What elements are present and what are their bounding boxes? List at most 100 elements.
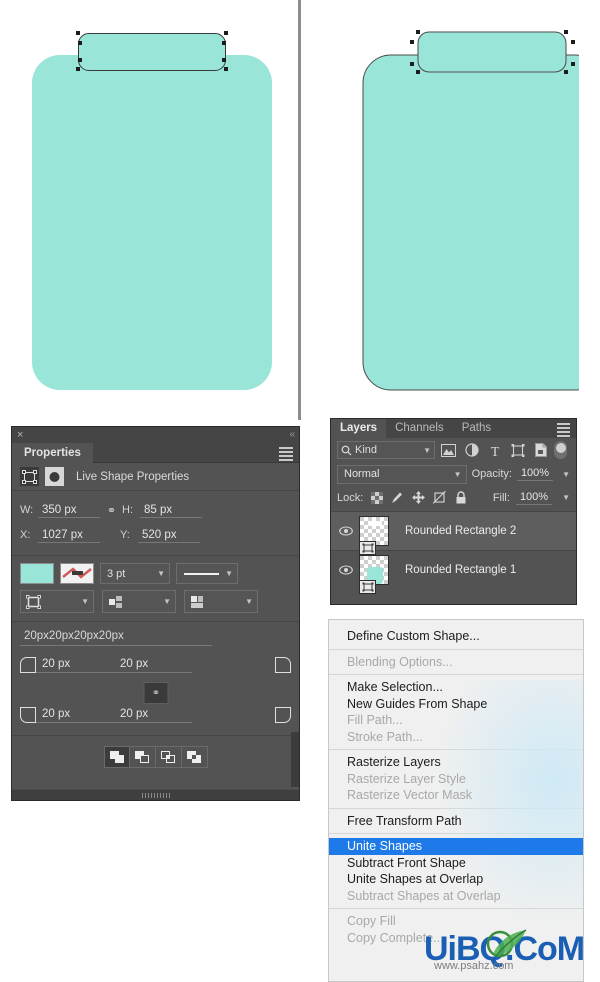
layer-thumbnail[interactable] [359, 516, 389, 555]
vector-mask-badge[interactable] [359, 541, 376, 555]
opacity-value[interactable]: 100% [516, 467, 554, 481]
filter-smart-object-icon[interactable] [531, 441, 550, 459]
menu-item: Subtract Shapes at Overlap [347, 888, 501, 903]
unite-shapes-button[interactable] [103, 746, 130, 768]
anchor-point[interactable] [76, 31, 80, 35]
filter-adjustment-icon[interactable] [462, 441, 481, 459]
link-radii-icon[interactable]: ⚭ [143, 682, 168, 704]
fill-label: Fill: [492, 491, 510, 504]
filter-shape-icon[interactable] [508, 441, 527, 459]
anchor-point[interactable] [571, 62, 575, 66]
corner-top-right-icon [275, 657, 291, 673]
height-label: H: [122, 504, 133, 516]
stroke-cap-select[interactable]: ▼ [102, 590, 176, 613]
anchor-point[interactable] [410, 40, 414, 44]
anchor-point[interactable] [564, 70, 568, 74]
lock-artboard-nesting-icon[interactable] [432, 490, 447, 505]
radius-bottom-right-input[interactable]: 20 px [114, 707, 192, 723]
live-shape-header: Live Shape Properties [12, 463, 299, 491]
intersect-shapes-button[interactable] [155, 746, 182, 768]
fill-chevron-down-icon[interactable]: ▼ [562, 493, 570, 502]
layers-panel-menu-icon[interactable] [557, 423, 570, 437]
link-wh-icon[interactable]: ⚭ [100, 504, 122, 517]
exclude-shapes-button[interactable] [181, 746, 208, 768]
dimensions-section: W: 350 px ⚭ H: 85 px X: 1027 px Y: 520 p… [12, 491, 299, 556]
height-input[interactable]: 85 px [140, 503, 202, 518]
menu-item[interactable]: Define Custom Shape... [329, 628, 583, 645]
stroke-weight-select[interactable]: 3 pt ▼ [100, 563, 170, 584]
eye-icon[interactable] [333, 565, 359, 575]
anchor-point[interactable] [222, 41, 226, 45]
menu-item[interactable]: New Guides From Shape [329, 696, 583, 713]
table-row[interactable]: Rounded Rectangle 2 [331, 511, 576, 555]
menu-item[interactable]: Rasterize Layers [329, 754, 583, 771]
fill-value[interactable]: 100% [515, 491, 553, 505]
anchor-point[interactable] [416, 30, 420, 34]
width-input[interactable]: 350 px [38, 503, 100, 518]
lock-transparency-icon[interactable] [369, 490, 384, 505]
anchor-point[interactable] [76, 67, 80, 71]
subtract-front-shape-button[interactable] [129, 746, 156, 768]
stroke-corner-select[interactable]: ▼ [184, 590, 258, 613]
menu-item: Rasterize Layer Style [347, 771, 466, 786]
anchor-point[interactable] [224, 67, 228, 71]
blend-mode-select[interactable]: Normal ▼ [337, 464, 467, 484]
anchor-point[interactable] [410, 62, 414, 66]
menu-item[interactable]: Subtract Front Shape [329, 855, 583, 872]
filter-kind-select[interactable]: Kind ▼ [337, 441, 435, 459]
menu-item[interactable]: Unite Shapes [329, 838, 583, 855]
lock-label: Lock: [337, 491, 364, 504]
blend-mode-row: Normal ▼ Opacity: 100% ▼ [331, 462, 576, 486]
radius-bottom-left-input[interactable]: 20 px [36, 707, 114, 723]
vector-mask-badge[interactable] [359, 580, 376, 594]
solid-line-icon [184, 572, 219, 575]
lock-image-pixels-icon[interactable] [390, 490, 405, 505]
tab-paths[interactable]: Paths [453, 419, 500, 438]
eye-icon[interactable] [333, 526, 359, 536]
anchor-point[interactable] [78, 41, 82, 45]
anchor-point[interactable] [564, 30, 568, 34]
properties-scrollbar[interactable] [291, 732, 299, 787]
menu-item[interactable]: Free Transform Path [329, 813, 583, 830]
corner-bottom-right-icon [275, 707, 291, 723]
after-unite-canvas [301, 0, 600, 420]
filter-pixel-icon[interactable] [439, 441, 458, 459]
mask-thumbnail-icon[interactable] [45, 467, 64, 486]
radius-top-left-input[interactable]: 20 px [36, 657, 114, 673]
opacity-chevron-down-icon[interactable]: ▼ [562, 470, 570, 479]
lock-position-icon[interactable] [411, 490, 426, 505]
stroke-color-swatch[interactable] [60, 563, 94, 584]
x-input[interactable]: 1027 px [38, 528, 100, 543]
chevron-down-icon: ▼ [81, 597, 89, 606]
radius-summary-input[interactable]: 20px20px20px20px [20, 629, 212, 646]
filter-type-icon[interactable]: T [485, 441, 504, 459]
stroke-style-select[interactable]: ▼ [176, 563, 238, 584]
anchor-point[interactable] [571, 40, 575, 44]
shape-transform-icon[interactable] [20, 467, 39, 486]
resize-grip[interactable] [141, 793, 170, 798]
close-icon[interactable]: × [17, 428, 23, 442]
thumbnail-shape [368, 521, 382, 526]
fill-color-swatch[interactable] [20, 563, 54, 584]
collapse-panel-icon[interactable]: « [289, 428, 294, 442]
menu-item[interactable]: Make Selection... [329, 679, 583, 696]
tab-properties[interactable]: Properties [12, 443, 93, 463]
lock-all-icon[interactable] [453, 490, 468, 505]
panel-menu-icon[interactable] [279, 447, 293, 461]
anchor-point[interactable] [224, 31, 228, 35]
table-row[interactable]: Rounded Rectangle 1 [331, 550, 576, 594]
anchor-point[interactable] [222, 58, 226, 62]
stroke-corner-icon [191, 595, 203, 608]
layer-thumbnail[interactable] [359, 555, 389, 594]
menu-item[interactable]: Unite Shapes at Overlap [329, 871, 583, 888]
anchor-point[interactable] [78, 58, 82, 62]
anchor-point[interactable] [416, 70, 420, 74]
filter-enable-toggle[interactable] [554, 441, 567, 459]
menu-separator [329, 807, 583, 809]
tab-layers[interactable]: Layers [331, 419, 387, 438]
stroke-align-select[interactable]: ▼ [20, 590, 94, 613]
tab-channels[interactable]: Channels [386, 419, 453, 438]
y-input[interactable]: 520 px [138, 528, 200, 543]
radius-top-right-input[interactable]: 20 px [114, 657, 192, 673]
properties-panel-topbar: × « [12, 427, 299, 443]
